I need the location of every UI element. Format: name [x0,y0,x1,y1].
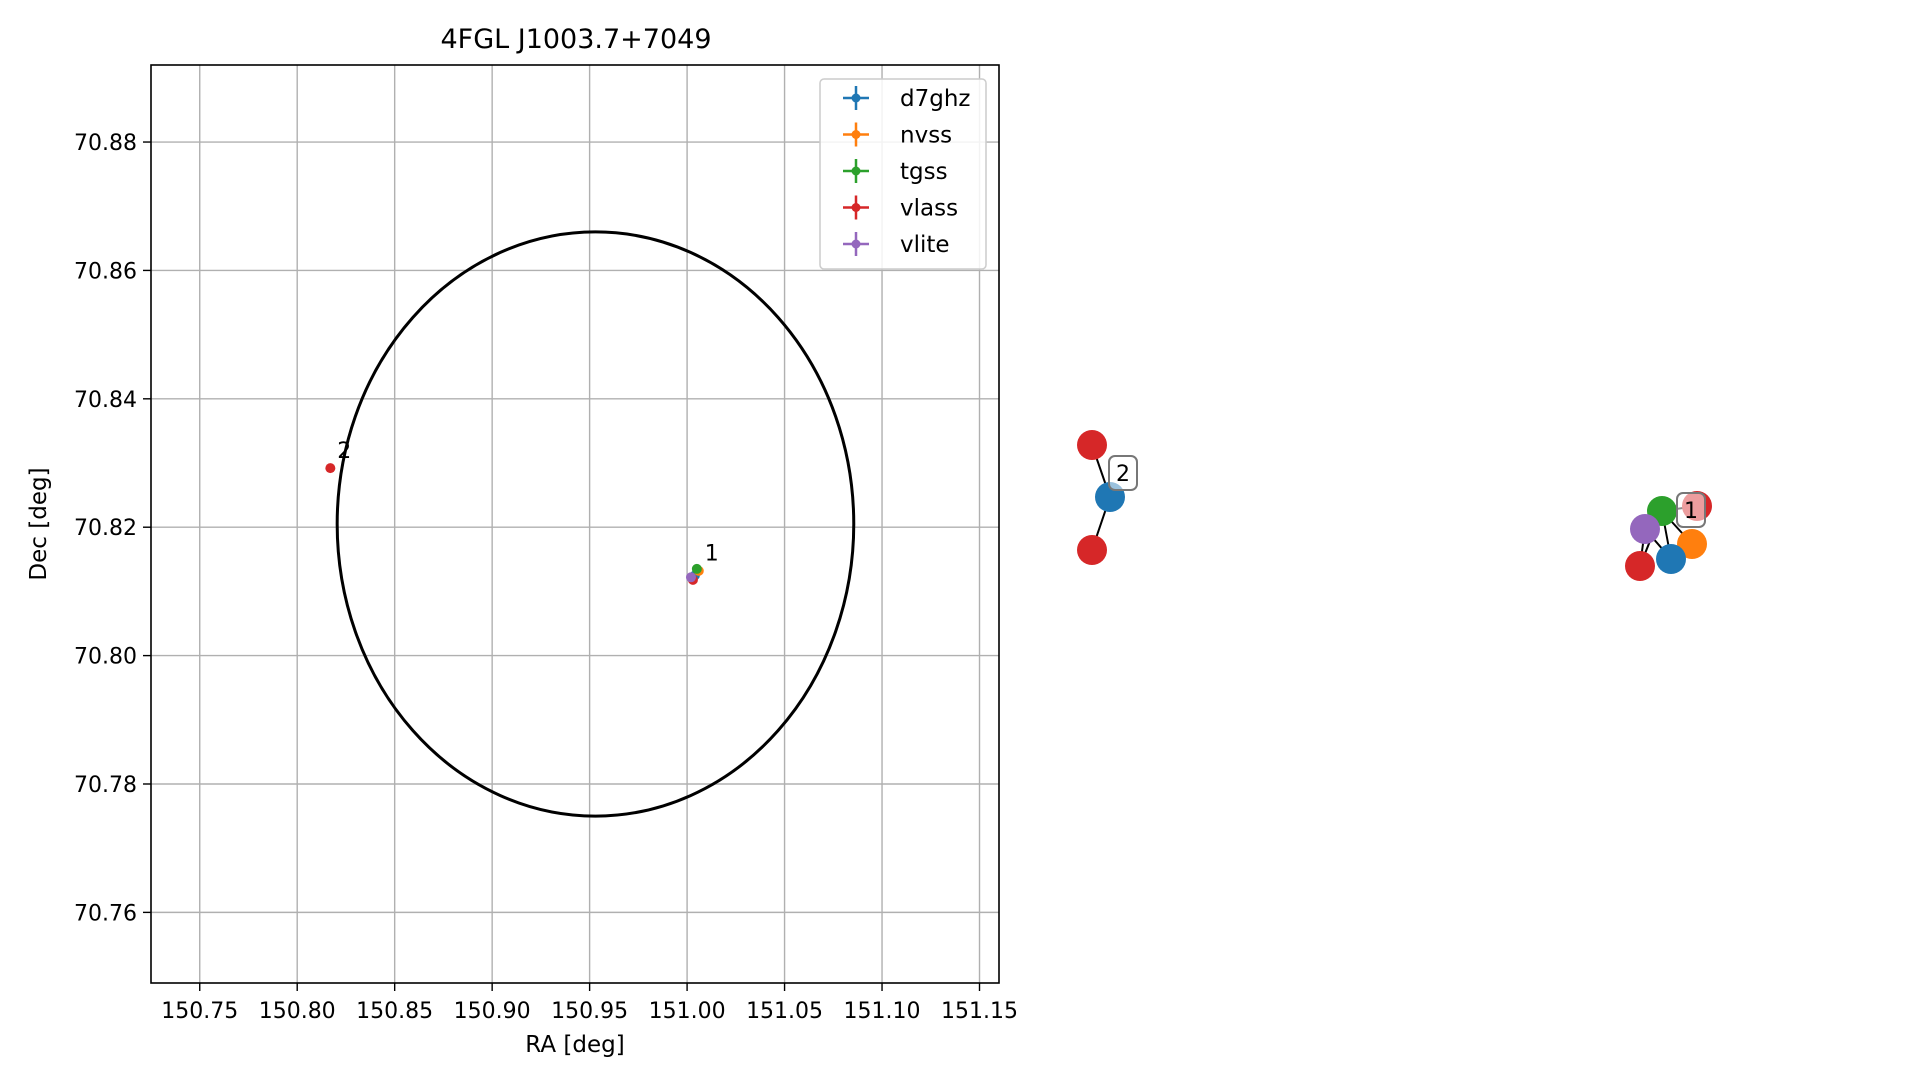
y-tick-label: 70.86 [74,259,137,284]
point-annotation: 1 [705,542,719,567]
x-tick-label: 150.85 [356,999,433,1024]
x-tick-label: 150.75 [161,999,238,1024]
network-label: 2 [1116,462,1130,487]
association-network: 21 [1077,430,1712,581]
network-node-vlass [1625,551,1655,581]
chart-title: 4FGL J1003.7+7049 [440,24,711,55]
legend-marker-dot [851,239,861,249]
legend-label: tgss [900,159,948,185]
y-tick-label: 70.76 [74,901,137,926]
legend-marker-dot [851,130,861,139]
point-annotation: 2 [337,439,351,464]
network-label: 1 [1684,499,1698,524]
chart-figure: 4FGL J1003.7+7049 12 150.75 150.80 150.85 1… [26,24,1712,1058]
tgss-point [691,563,702,574]
y-axis-label: Dec [deg] [26,467,52,580]
uncertainty-ellipse [335,230,856,818]
vlass-point [325,463,336,474]
x-axis-label: RA [deg] [525,1032,624,1058]
legend-label: d7ghz [900,86,970,112]
y-tick-label: 70.84 [74,388,137,413]
y-tick-label: 70.82 [74,516,137,541]
y-tick-label: 70.88 [74,131,137,156]
data-points: 12 [325,439,719,585]
x-tick-label: 151.10 [844,999,921,1024]
x-tick-label: 150.95 [551,999,628,1024]
x-tick-label: 150.80 [259,999,336,1024]
chart-legend: d7ghz nvss tgss vlass vlite [819,78,987,270]
legend-marker-dot [851,166,861,176]
y-tick-label: 70.78 [74,773,137,798]
legend-label: vlass [900,196,958,222]
x-tick-label: 151.15 [941,999,1018,1024]
x-tick-label: 150.90 [454,999,531,1024]
network-node-vlite [1630,514,1660,544]
legend-marker-dot [851,203,861,212]
x-tick-label: 151.05 [746,999,823,1024]
legend-label: vlite [900,232,950,258]
legend-label: nvss [900,123,952,149]
x-tick-label: 151.00 [649,999,726,1024]
y-tick-label: 70.80 [74,645,137,670]
legend-marker-dot [851,93,861,103]
network-node-vlass [1077,430,1107,460]
network-node-vlass [1077,535,1107,565]
network-node-d7ghz [1656,544,1686,574]
vlite-point [685,572,696,583]
